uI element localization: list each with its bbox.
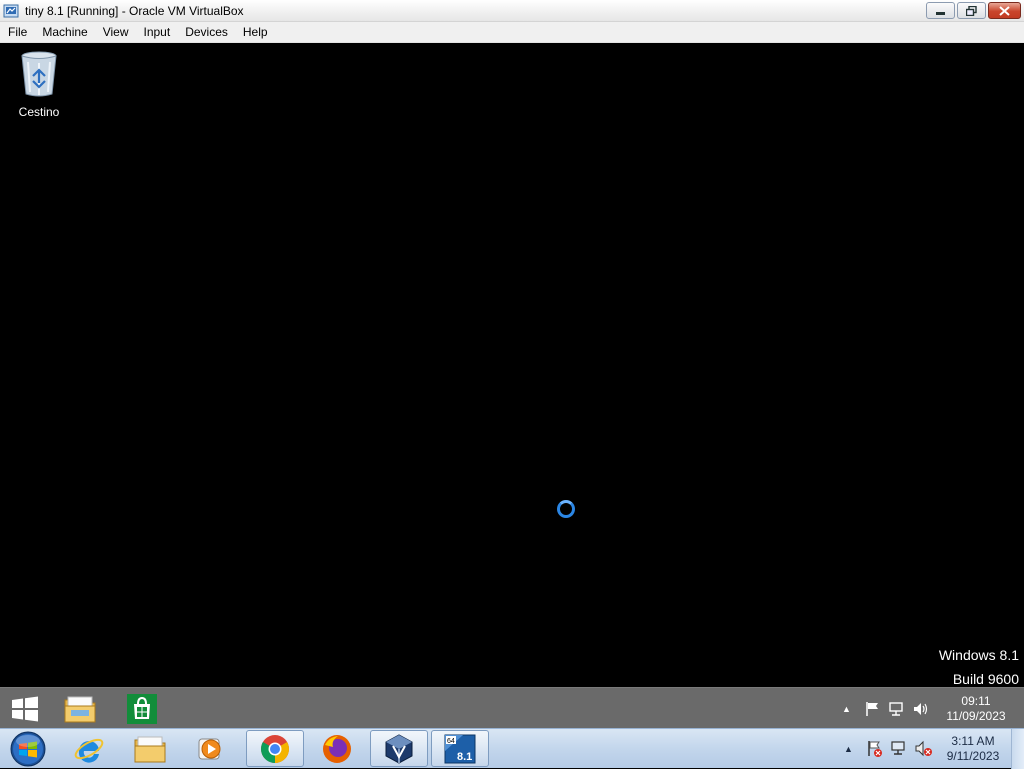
- media-player-icon: [198, 738, 221, 759]
- window-titlebar[interactable]: tiny 8.1 [Running] - Oracle VM VirtualBo…: [0, 0, 1024, 22]
- watermark-os-name: Windows 8.1: [938, 647, 1019, 663]
- guest-tray: ▲: [842, 688, 930, 729]
- close-icon: [999, 5, 1010, 16]
- file-explorer-icon: [64, 696, 96, 723]
- vm-badge-bottom: 8.1: [457, 751, 472, 763]
- internet-explorer-icon: [74, 738, 104, 763]
- windows-explorer-icon: [134, 736, 166, 762]
- chrome-icon: [261, 734, 289, 763]
- host-clock-time: 3:11 AM: [951, 734, 995, 748]
- network-icon[interactable]: [888, 701, 906, 717]
- menu-view[interactable]: View: [95, 22, 136, 43]
- host-taskbar-chrome[interactable]: [246, 730, 304, 767]
- minimize-button[interactable]: [926, 2, 955, 19]
- host-taskbar-virtualbox[interactable]: [370, 730, 428, 767]
- menu-devices[interactable]: Devices: [177, 22, 235, 43]
- volume-muted-icon[interactable]: [914, 740, 934, 758]
- minimize-icon: [936, 11, 945, 15]
- desktop-icon-label: Cestino: [18, 105, 60, 119]
- guest-start-button[interactable]: [8, 692, 42, 726]
- host-taskbar-media-player[interactable]: [183, 730, 241, 767]
- guest-clock-time: 09:11: [961, 694, 991, 708]
- guest-taskbar: ▲ 09:11 11/09/2023: [0, 687, 1024, 728]
- vm-badge-top: 64: [447, 738, 455, 745]
- window-title: tiny 8.1 [Running] - Oracle VM VirtualBo…: [25, 4, 244, 18]
- virtualbox-icon: [385, 733, 413, 764]
- host-clock[interactable]: 3:11 AM 9/11/2023: [937, 734, 1009, 764]
- menu-input[interactable]: Input: [136, 22, 178, 43]
- virtualbox-app-icon: [3, 4, 19, 18]
- show-desktop-button[interactable]: [1011, 729, 1024, 769]
- os-watermark: Windows 8.1 Build 9600: [939, 643, 1019, 691]
- start-orb-icon: [10, 731, 46, 766]
- windows-start-icon: [12, 696, 38, 722]
- host-show-hidden-icons-button[interactable]: ▲: [844, 744, 858, 754]
- loading-spinner: [557, 500, 575, 518]
- guest-desktop[interactable]: Cestino Windows 8.1 Build 9600: [0, 43, 1024, 687]
- show-hidden-icons-button[interactable]: ▲: [842, 704, 856, 714]
- menu-machine[interactable]: Machine: [34, 22, 94, 43]
- close-button[interactable]: [988, 2, 1021, 19]
- host-start-button[interactable]: [0, 730, 56, 767]
- guest-clock[interactable]: 09:11 11/09/2023: [940, 694, 1012, 724]
- host-taskbar-tiny81-vm[interactable]: 64 8.1: [431, 730, 489, 767]
- host-clock-date: 9/11/2023: [946, 749, 1000, 763]
- host-network-icon[interactable]: [890, 740, 908, 758]
- flag-icon[interactable]: [864, 701, 882, 717]
- recycle-bin-icon: [21, 51, 57, 97]
- tiny81-vm-icon: 64 8.1: [444, 734, 476, 763]
- action-center-icon[interactable]: [866, 740, 884, 758]
- menu-file[interactable]: File: [0, 22, 34, 43]
- host-taskbar-explorer[interactable]: [121, 730, 179, 767]
- firefox-icon: [323, 734, 351, 763]
- desktop-icon-recycle-bin[interactable]: Cestino: [12, 50, 66, 119]
- store-icon: [127, 694, 157, 724]
- volume-icon[interactable]: [912, 701, 930, 717]
- guest-clock-date: 11/09/2023: [946, 709, 1006, 723]
- host-taskbar: 64 8.1 ▲ 3:11 AM 9/11/2023: [0, 728, 1024, 769]
- host-tray: ▲: [844, 729, 934, 769]
- menubar: File Machine View Input Devices Help: [0, 22, 1024, 43]
- restore-button[interactable]: [957, 2, 986, 19]
- guest-file-explorer-button[interactable]: [63, 692, 97, 726]
- guest-store-button[interactable]: [125, 692, 159, 726]
- host-taskbar-ie[interactable]: [60, 730, 118, 767]
- menu-help[interactable]: Help: [235, 22, 275, 43]
- restore-icon: [966, 5, 977, 16]
- host-taskbar-firefox[interactable]: [308, 730, 366, 767]
